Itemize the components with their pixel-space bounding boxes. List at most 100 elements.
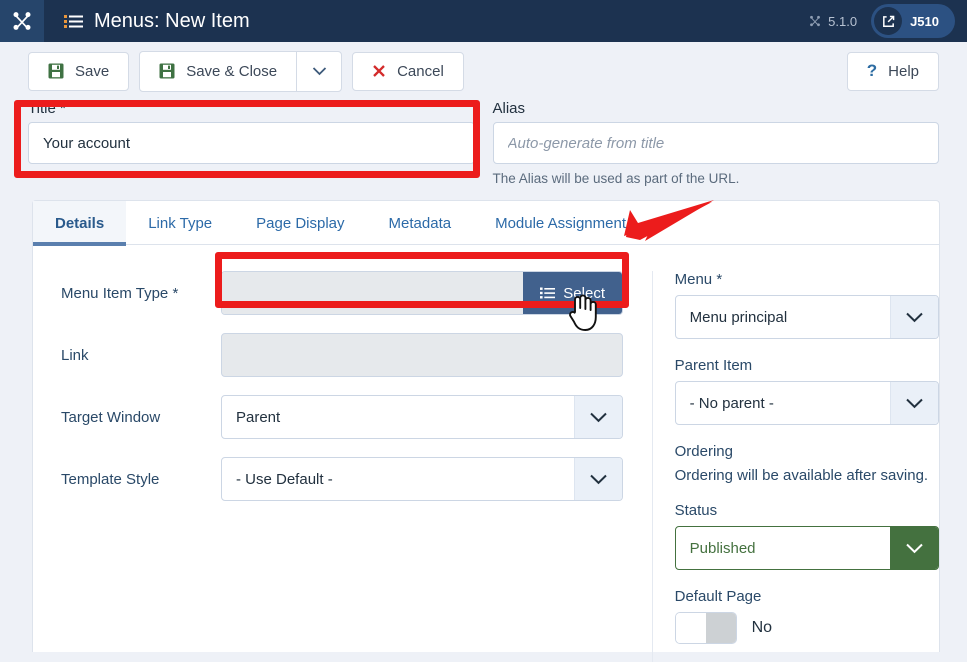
site-badge-label: J510 [910,13,939,29]
help-button-label: Help [888,62,919,80]
template-style-value: - Use Default - [236,470,333,488]
menu-item-type-row: Menu Item Type * Select [61,271,652,315]
chevron-down-icon [890,382,938,424]
ordering-note: Ordering will be available after saving. [674,467,929,484]
title-input[interactable] [28,122,475,164]
alias-field-group: Alias The Alias will be used as part of … [492,100,939,186]
header-right-group: 5.1.0 J510 [808,4,967,38]
parent-item-select[interactable]: - No parent - [674,381,939,425]
target-window-label: Target Window [61,408,161,426]
details-card: Details Link Type Page Display Metadata … [32,200,940,662]
top-header-bar: Menus: New Item 5.1.0 J510 [0,0,967,42]
tab-metadata[interactable]: Metadata [367,201,474,245]
template-style-label: Template Style [61,470,160,488]
default-page-toggle-row: No [674,612,939,644]
menu-item-type-control: Select [221,271,623,315]
joomla-mark-icon [810,15,821,27]
status-select[interactable]: Published [674,526,939,570]
status-field-group: Status Published [674,502,939,570]
question-mark-icon: ? [866,61,878,80]
joomla-logo-icon [13,12,31,30]
parent-item-value: - No parent - [689,394,774,412]
floppy-disk-icon [159,63,175,79]
details-right-column: Menu * Menu principal Parent Item - No p… [651,271,939,662]
page-title: Menus: New Item [94,9,250,32]
chevron-down-icon [312,67,326,76]
joomla-brand-block[interactable] [0,0,44,42]
help-button[interactable]: ? Help [846,51,939,91]
chevron-down-icon [574,396,622,438]
ordering-field-group: Ordering Ordering will be available afte… [675,443,939,484]
site-link-badge[interactable]: J510 [871,4,955,38]
list-icon [540,287,556,299]
status-value: Published [689,539,756,557]
template-style-control: - Use Default - [221,457,623,501]
save-and-close-label: Save & Close [186,62,278,80]
version-indicator: 5.1.0 [808,14,857,29]
tab-metadata-label: Metadata [388,214,452,232]
tab-module-assignment[interactable]: Module Assignment [473,201,648,245]
tab-details[interactable]: Details [33,201,127,246]
alias-label: Alias [492,100,526,117]
save-and-close-button[interactable]: Save & Close [140,52,296,91]
external-link-icon [874,7,903,35]
default-page-value: No [751,619,773,636]
link-input [221,333,623,377]
link-row: Link [61,333,652,377]
parent-item-label: Parent Item [674,357,753,374]
select-menu-item-type-button[interactable]: Select [523,272,622,314]
menu-item-type-input [222,272,524,314]
card-body: Menu Item Type * Select Link Target Wind… [33,245,939,662]
ordering-label: Ordering [674,443,733,460]
details-left-column: Menu Item Type * Select Link Target Wind… [33,271,652,662]
target-window-value: Parent [236,408,281,426]
tab-link-type-label: Link Type [148,214,213,232]
chevron-down-icon [890,527,938,569]
menu-field-group: Menu * Menu principal [674,271,939,339]
parent-item-field-group: Parent Item - No parent - [674,357,939,425]
default-page-field-group: Default Page No [674,588,939,644]
chevron-down-icon [890,296,938,338]
tab-module-assignment-label: Module Assignment [495,214,626,232]
title-alias-row: Title * Alias The Alias will be used as … [0,100,967,192]
template-style-row: Template Style - Use Default - [61,457,652,501]
link-control [221,333,623,377]
page-title-group: Menus: New Item [64,10,250,33]
tab-link-type[interactable]: Link Type [126,201,234,245]
save-button-label: Save [75,62,110,80]
link-label: Link [61,346,89,364]
alias-help-text: The Alias will be used as part of the UR… [492,171,740,186]
tab-page-display-label: Page Display [256,214,345,232]
menu-value: Menu principal [689,308,788,326]
floppy-disk-icon [48,63,64,79]
template-style-select[interactable]: - Use Default - [221,457,623,501]
target-window-row: Target Window Parent [61,395,652,439]
version-label: 5.1.0 [828,13,858,29]
save-button[interactable]: Save [28,51,130,91]
cancel-button-label: Cancel [397,62,444,80]
cancel-button[interactable]: Cancel [352,51,464,91]
menu-label: Menu * [674,271,723,288]
title-label: Title * [28,100,66,117]
select-button-label: Select [563,284,605,302]
target-window-control: Parent [221,395,623,439]
menu-select[interactable]: Menu principal [674,295,939,339]
default-page-toggle[interactable] [674,612,737,644]
toggle-right-half [705,613,736,643]
alias-input[interactable] [492,122,939,164]
toggle-left-half [675,613,706,643]
chevron-down-icon [574,458,622,500]
toolbar: Save Save & Close Cancel ? Help [0,42,967,100]
default-page-label: Default Page [674,588,762,605]
menu-item-type-input-group: Select [221,271,623,315]
tab-details-label: Details [55,214,105,232]
tab-page-display[interactable]: Page Display [234,201,366,245]
target-window-select[interactable]: Parent [221,395,623,439]
save-close-button-group: Save & Close [139,50,343,92]
title-field-group: Title * [28,100,475,164]
menu-item-type-label: Menu Item Type * [61,284,179,302]
save-dropdown-toggle[interactable] [296,51,341,91]
close-x-icon [373,65,385,77]
tab-bar: Details Link Type Page Display Metadata … [33,201,939,246]
status-label: Status [674,502,718,519]
